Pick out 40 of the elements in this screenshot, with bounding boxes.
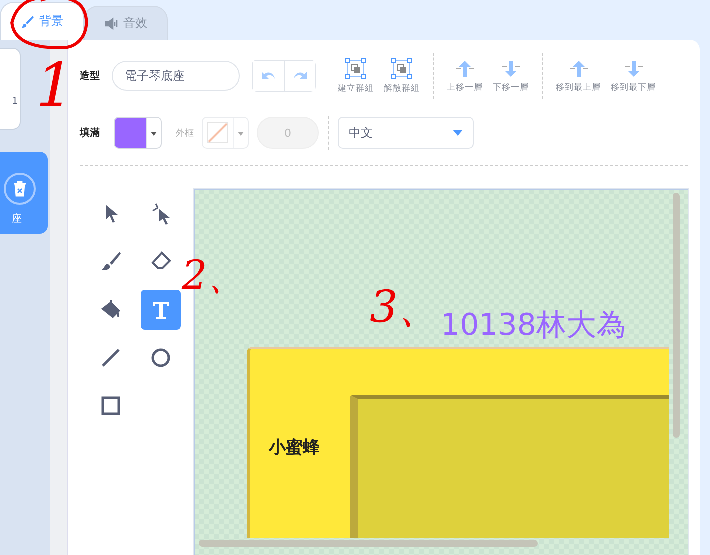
- hand-written-note: 3、: [370, 286, 442, 330]
- layer-action-button[interactable]: 上移一層: [445, 58, 485, 94]
- caret-icon: [453, 130, 463, 136]
- editor-tab[interactable]: 音效: [84, 6, 168, 40]
- arrow-down-icon: [500, 58, 522, 78]
- hand-written-note: 2、: [182, 256, 248, 296]
- canvas-text: 10138林大為: [441, 307, 626, 345]
- redo-icon: [291, 70, 309, 82]
- speaker-icon: [104, 16, 118, 30]
- layer-action-button[interactable]: 下移一層: [491, 58, 531, 94]
- layer-action-button[interactable]: 解散群組: [382, 58, 422, 94]
- editor-tab[interactable]: 背景: [0, 2, 84, 40]
- undo-icon: [260, 70, 278, 82]
- circle-tool-icon: [149, 346, 173, 370]
- fill-label: 填滿: [80, 126, 101, 140]
- arrow-up-icon: [568, 58, 590, 78]
- hand-written-note: 1: [36, 56, 74, 116]
- outline-color-picker[interactable]: [202, 117, 249, 149]
- costume-name-field[interactable]: 電子琴底座: [112, 61, 240, 91]
- costume-number: 1: [12, 97, 18, 107]
- costume-thumbnail[interactable]: 1: [0, 48, 21, 130]
- brush-icon: [20, 14, 34, 28]
- layer-action-button[interactable]: 移到最上層: [554, 58, 603, 94]
- fill-color-picker[interactable]: [114, 117, 162, 149]
- arrow-down-icon: [622, 58, 644, 78]
- arrow-up-icon: [454, 58, 476, 78]
- vertical-scrollbar[interactable]: [673, 193, 680, 438]
- group-icon: [345, 58, 367, 80]
- horizontal-scrollbar[interactable]: [199, 540, 538, 547]
- font-dropdown[interactable]: 中文: [338, 117, 474, 149]
- board-label: 小蜜蜂: [269, 437, 320, 459]
- layer-action-button[interactable]: 建立群組: [336, 58, 376, 94]
- costume-label: 造型: [80, 70, 101, 83]
- outline-label: 外框: [176, 128, 194, 140]
- costume-name: 座: [12, 212, 22, 226]
- rectangle-tool-icon: [99, 394, 123, 418]
- layer-action-button[interactable]: 移到最下層: [609, 58, 658, 94]
- trash-icon: [13, 181, 27, 197]
- paint-tool-button[interactable]: [141, 290, 181, 330]
- ungroup-icon: [391, 58, 413, 80]
